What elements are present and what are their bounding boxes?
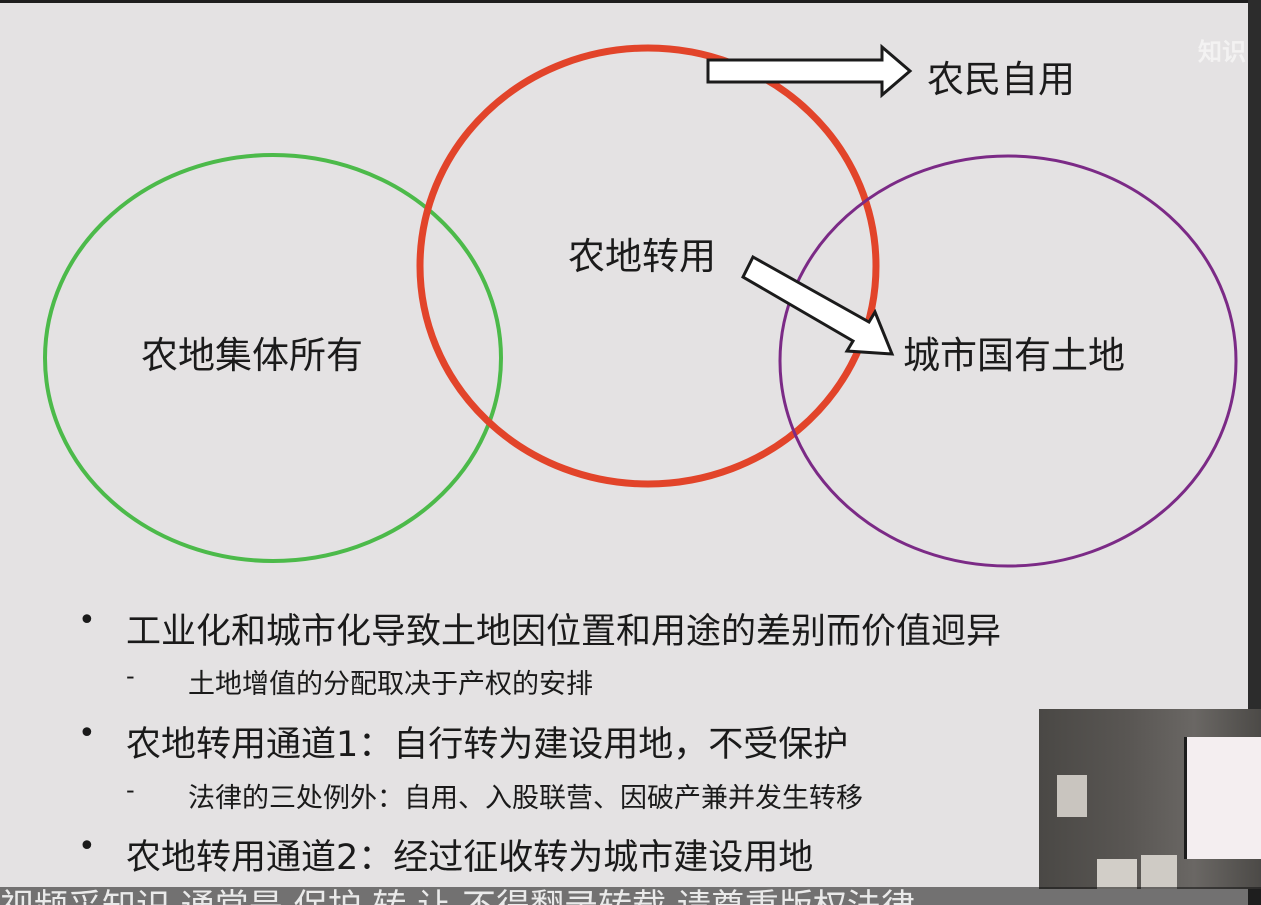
sub-bullet-marker: - bbox=[126, 662, 135, 690]
video-projector-screen bbox=[1184, 737, 1261, 859]
sub-bullet-text: 土地增值的分配取决于产权的安排 bbox=[188, 669, 593, 700]
bullet-text: 农地转用通道2：经过征收转为城市建设用地 bbox=[126, 838, 814, 878]
subtitle-bar: 视频采知识 通常是 保护 转 让 不得翻录转载 请尊重版权法律 bbox=[0, 887, 1261, 905]
bullet-marker: • bbox=[78, 829, 96, 864]
arrow-to-farmer-use bbox=[706, 43, 913, 99]
label-collective-farmland: 农地集体所有 bbox=[141, 334, 363, 377]
bullet-text: 农地转用通道1：自行转为建设用地，不受保护 bbox=[126, 725, 849, 765]
sub-bullet-marker: - bbox=[126, 776, 135, 804]
bullet-marker: • bbox=[78, 716, 96, 751]
video-wall-box bbox=[1057, 775, 1087, 817]
bullet-text: 工业化和城市化导致土地因位置和用途的差别而价值迥异 bbox=[126, 612, 1002, 652]
label-urban-state-land: 城市国有土地 bbox=[903, 334, 1125, 377]
video-floor-box bbox=[1097, 859, 1137, 889]
bullet-marker: • bbox=[78, 603, 96, 638]
subtitle-text: 视频采知识 通常是 保护 转 让 不得翻录转载 请尊重版权法律 bbox=[0, 887, 915, 905]
presenter-video-thumbnail[interactable] bbox=[1039, 709, 1261, 889]
sub-bullet-text: 法律的三处例外：自用、入股联营、因破产兼并发生转移 bbox=[188, 783, 863, 814]
label-farmer-self-use: 农民自用 bbox=[927, 58, 1075, 101]
video-floor-box bbox=[1141, 855, 1177, 889]
label-farmland-conversion: 农地转用 bbox=[568, 235, 716, 278]
